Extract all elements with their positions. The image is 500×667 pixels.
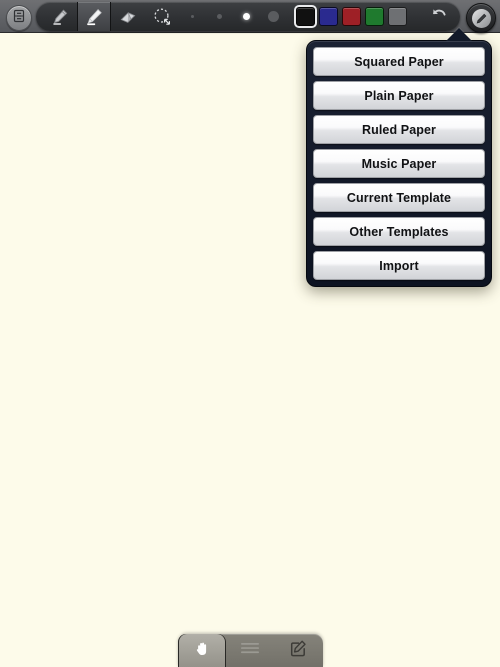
- list-icon: [240, 641, 260, 660]
- stroke-width-thick[interactable]: [233, 2, 260, 31]
- bottom-item-pan[interactable]: [178, 634, 226, 667]
- popover-arrow: [446, 28, 472, 41]
- pen-circle-icon: [471, 8, 491, 28]
- stroke-dot: [243, 13, 250, 20]
- stroke-width-thin[interactable]: [179, 2, 206, 31]
- app-root: Squared Paper Plain Paper Ruled Paper Mu…: [0, 0, 500, 667]
- bottom-toolbar: [178, 634, 323, 667]
- stroke-width-group: [179, 2, 287, 31]
- tool-lasso[interactable]: [145, 2, 179, 31]
- menu-item-import[interactable]: Import: [313, 251, 485, 280]
- hand-icon: [193, 639, 212, 663]
- menu-item-plain-paper[interactable]: Plain Paper: [313, 81, 485, 110]
- tool-eraser[interactable]: [111, 2, 145, 31]
- color-swatch-green[interactable]: [365, 7, 384, 26]
- color-swatch-red[interactable]: [342, 7, 361, 26]
- menu-item-ruled-paper[interactable]: Ruled Paper: [313, 115, 485, 144]
- paper-template-menu: Squared Paper Plain Paper Ruled Paper Mu…: [306, 40, 492, 287]
- notebook-icon: [12, 9, 26, 28]
- menu-item-current-template[interactable]: Current Template: [313, 183, 485, 212]
- stroke-dot: [268, 11, 279, 22]
- tool-pill: [36, 2, 460, 31]
- menu-item-music-paper[interactable]: Music Paper: [313, 149, 485, 178]
- undo-arrow-icon: [430, 5, 448, 28]
- top-toolbar: [0, 0, 500, 33]
- undo-button[interactable]: [421, 2, 457, 31]
- highlighter-icon: [49, 6, 71, 28]
- compose-icon: [289, 639, 308, 663]
- color-swatch-group: [296, 7, 407, 26]
- stroke-dot: [191, 15, 194, 18]
- color-swatch-gray[interactable]: [388, 7, 407, 26]
- bottom-item-pages[interactable]: [226, 634, 274, 667]
- lasso-icon: [151, 6, 173, 28]
- more-button[interactable]: [457, 2, 460, 31]
- tool-highlighter[interactable]: [43, 2, 77, 31]
- eraser-icon: [118, 7, 138, 27]
- menu-item-other-templates[interactable]: Other Templates: [313, 217, 485, 246]
- tool-pen[interactable]: [77, 2, 111, 31]
- notebook-button[interactable]: [6, 5, 32, 31]
- stroke-width-extra-thick[interactable]: [260, 2, 287, 31]
- bottom-item-compose[interactable]: [274, 634, 322, 667]
- stroke-dot: [217, 14, 222, 19]
- stroke-width-medium[interactable]: [206, 2, 233, 31]
- color-swatch-black[interactable]: [296, 7, 315, 26]
- pen-icon: [83, 6, 105, 28]
- color-swatch-blue[interactable]: [319, 7, 338, 26]
- menu-item-squared-paper[interactable]: Squared Paper: [313, 47, 485, 76]
